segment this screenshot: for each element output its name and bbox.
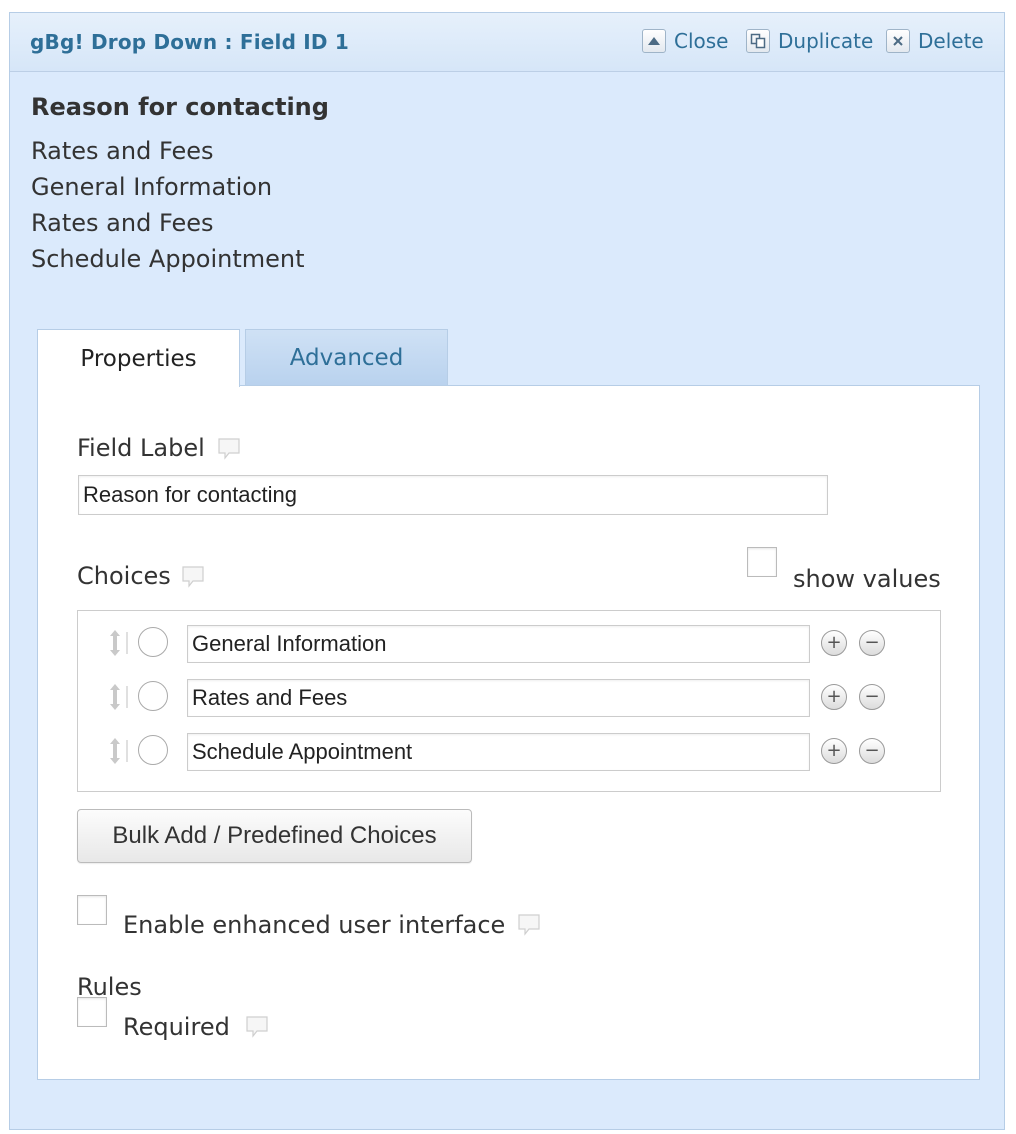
choice-input[interactable]: [187, 679, 810, 717]
properties-panel: Field Label Choices show values + −: [37, 385, 980, 1080]
list-item: + −: [78, 731, 940, 771]
updown-arrow-icon[interactable]: [107, 737, 129, 765]
caret-up-icon: [642, 29, 666, 53]
list-item: + −: [78, 677, 940, 717]
enhanced-ui-label: Enable enhanced user interface: [123, 911, 506, 939]
plus-circle-icon[interactable]: +: [821, 684, 847, 710]
delete-label: Delete: [918, 29, 984, 53]
x-icon: [886, 29, 910, 53]
preview-option: Schedule Appointment: [31, 245, 305, 273]
delete-button[interactable]: Delete: [886, 27, 984, 55]
field-label-input[interactable]: [78, 475, 828, 515]
field-title: gBg! Drop Down : Field ID 1: [30, 30, 349, 54]
duplicate-icon: [746, 29, 770, 53]
field-label-heading: Field Label: [77, 434, 205, 462]
default-choice-radio[interactable]: [138, 735, 168, 765]
choice-input[interactable]: [187, 733, 810, 771]
minus-circle-icon[interactable]: −: [859, 630, 885, 656]
updown-arrow-icon[interactable]: [107, 629, 129, 657]
minus-circle-icon[interactable]: −: [859, 684, 885, 710]
speech-bubble-icon[interactable]: [517, 913, 541, 937]
default-choice-radio[interactable]: [138, 681, 168, 711]
list-item: + −: [78, 623, 940, 663]
field-header: gBg! Drop Down : Field ID 1 Close Duplic…: [10, 13, 1004, 72]
duplicate-label: Duplicate: [778, 29, 874, 53]
speech-bubble-icon[interactable]: [181, 565, 205, 589]
required-label: Required: [123, 1013, 230, 1041]
speech-bubble-icon[interactable]: [245, 1015, 269, 1039]
updown-arrow-icon[interactable]: [107, 683, 129, 711]
default-choice-radio[interactable]: [138, 627, 168, 657]
close-label: Close: [674, 29, 729, 53]
bulk-add-button[interactable]: Bulk Add / Predefined Choices: [77, 809, 472, 863]
duplicate-button[interactable]: Duplicate: [746, 27, 873, 55]
preview-option: Rates and Fees: [31, 137, 214, 165]
preview-option: Rates and Fees: [31, 209, 214, 237]
show-values-label: show values: [793, 565, 941, 593]
plus-circle-icon[interactable]: +: [821, 738, 847, 764]
tab-advanced[interactable]: Advanced: [245, 329, 448, 385]
plus-circle-icon[interactable]: +: [821, 630, 847, 656]
field-editor-panel: gBg! Drop Down : Field ID 1 Close Duplic…: [9, 12, 1005, 1130]
choices-heading: Choices: [77, 562, 171, 590]
close-button[interactable]: Close: [642, 27, 728, 55]
speech-bubble-icon[interactable]: [217, 437, 241, 461]
tab-properties[interactable]: Properties: [37, 329, 240, 387]
preview-option: General Information: [31, 173, 273, 201]
minus-circle-icon[interactable]: −: [859, 738, 885, 764]
enhanced-ui-checkbox[interactable]: [77, 895, 107, 925]
choice-input[interactable]: [187, 625, 810, 663]
choices-list: + − + − + −: [77, 610, 941, 792]
show-values-checkbox[interactable]: [747, 547, 777, 577]
preview-field-label: Reason for contacting: [31, 93, 329, 121]
required-checkbox[interactable]: [77, 997, 107, 1027]
